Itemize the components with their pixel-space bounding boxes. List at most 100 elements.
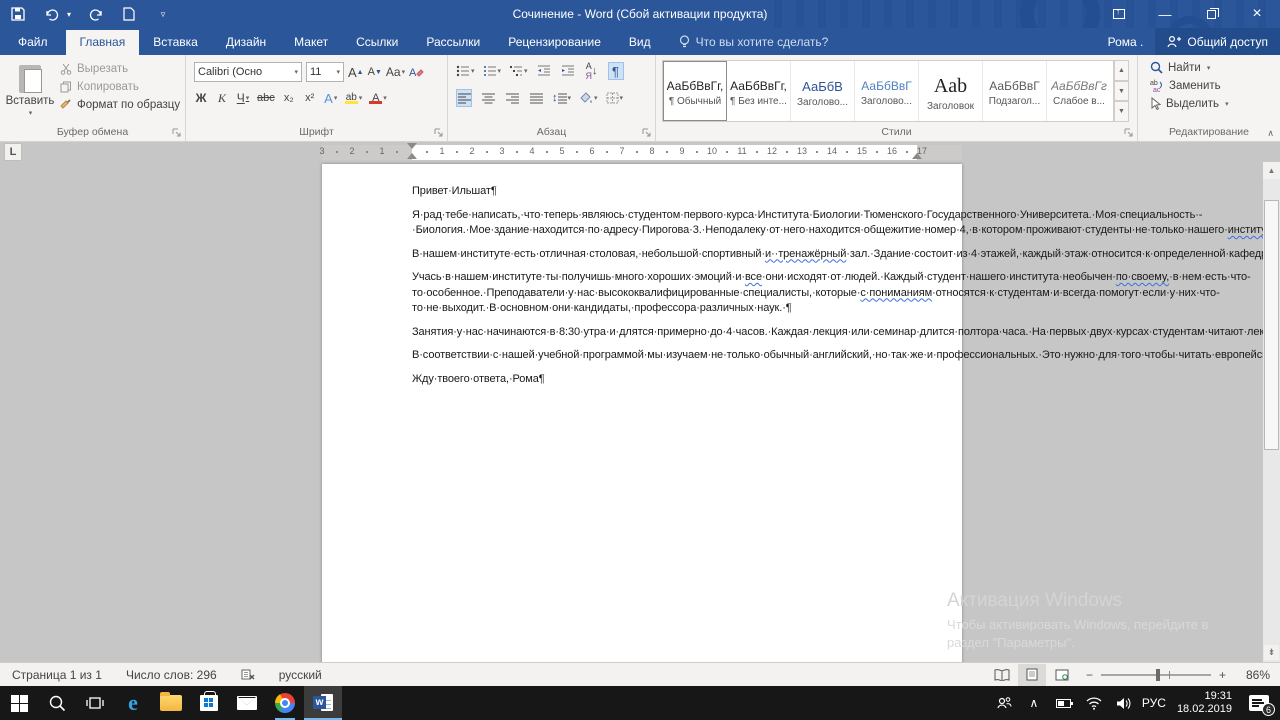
multilevel-list-button[interactable]: ▾ [509,62,528,80]
underline-button[interactable]: Ч▾ [236,89,250,107]
undo-dropdown-icon[interactable]: ▾ [67,10,71,19]
italic-button[interactable]: К [215,89,229,107]
paragraph[interactable]: В·нашем·институте·есть·отличная·столовая… [412,247,917,263]
tab-design[interactable]: Дизайн [212,30,280,55]
word-taskbar-icon[interactable]: w [304,686,342,720]
show-hidden-icons-chevron[interactable]: ∧ [1021,686,1047,720]
microsoft-store-icon[interactable] [190,686,228,720]
document-text[interactable]: Привет·Ильшат¶ Я·рад·тебе·написать,·что·т… [412,184,917,387]
chrome-icon[interactable] [266,686,304,720]
select-button[interactable]: Выделить▾ [1150,97,1229,110]
decrease-indent-button[interactable] [536,62,552,80]
print-layout-button[interactable] [1018,664,1046,686]
vertical-scrollbar[interactable]: ▲ ⇟ [1263,162,1280,662]
action-center-button[interactable]: 6 [1242,686,1276,720]
style-heading1[interactable]: АаБбВЗаголово... [791,61,855,121]
zoom-thumb[interactable] [1156,669,1160,681]
people-icon[interactable] [991,686,1017,720]
web-layout-button[interactable] [1048,664,1076,686]
copy-button[interactable]: Копировать [60,81,180,93]
paragraph-dialog-launcher-icon[interactable] [642,128,652,138]
zoom-track[interactable] [1101,674,1211,676]
language-indicator[interactable]: русский [267,668,334,682]
change-case-button[interactable]: Aa▾ [386,63,405,81]
search-button[interactable] [38,686,76,720]
style-subtle-emphasis[interactable]: АаБбВвГгСлабое в... [1047,61,1111,121]
task-view-button[interactable] [76,686,114,720]
bullets-button[interactable]: ▾ [456,62,475,80]
tab-mailings[interactable]: Рассылки [412,30,494,55]
align-right-button[interactable] [504,89,520,107]
subscript-button[interactable]: x₂ [282,89,296,107]
tab-layout[interactable]: Макет [280,30,342,55]
language-indicator[interactable]: РУС [1141,686,1167,720]
justify-button[interactable] [528,89,544,107]
grow-font-button[interactable]: A▲ [348,63,364,81]
customize-qat-icon[interactable]: ▿ [153,4,173,24]
mail-icon[interactable] [228,686,266,720]
paragraph[interactable]: Привет·Ильшат¶ [412,184,917,200]
strikethrough-button[interactable]: abc [257,89,275,107]
undo-icon[interactable] [42,4,62,24]
edge-icon[interactable]: e [114,686,152,720]
ribbon-display-options-button[interactable] [1096,0,1142,28]
styles-more-icon[interactable]: ▼ [1114,101,1129,122]
document-page[interactable]: Привет·Ильшат¶ Я·рад·тебе·написать,·что·т… [322,164,962,662]
document-icon[interactable] [119,4,139,24]
style-subtitle[interactable]: АаБбВвГПодзагол... [983,61,1047,121]
share-button[interactable]: Общий доступ [1155,28,1280,55]
shrink-font-button[interactable]: A▼ [368,63,382,81]
font-color-button[interactable]: А▾ [369,89,387,107]
scroll-up-icon[interactable]: ▲ [1263,162,1280,179]
volume-icon[interactable] [1111,686,1137,720]
tab-file[interactable]: Файл [0,30,66,55]
scrollbar-thumb[interactable] [1264,200,1279,450]
line-spacing-button[interactable]: ↕▾ [552,89,571,107]
shading-button[interactable]: ▾ [579,89,598,107]
show-formatting-marks-button[interactable]: ¶ [608,62,624,80]
style-title[interactable]: AabЗаголовок [919,61,983,121]
numbering-button[interactable]: ▾ [483,62,502,80]
tab-stop-selector[interactable]: L [4,143,22,161]
paragraph[interactable]: Учась·в·нашем·институте·ты·получишь·мног… [412,270,917,317]
paragraph[interactable]: В·соответствии·с·нашей·учебной·программо… [412,348,917,364]
increase-indent-button[interactable] [560,62,576,80]
align-left-button[interactable] [456,89,472,107]
tab-references[interactable]: Ссылки [342,30,412,55]
zoom-in-icon[interactable]: + [1219,668,1226,682]
collapse-ribbon-icon[interactable]: ∧ [1267,128,1274,139]
horizontal-ruler[interactable]: 3211234567891011121314151617 [322,145,962,160]
font-family-combo[interactable]: Calibri (Осно▾ [194,62,302,82]
borders-button[interactable]: ▾ [606,89,624,107]
tell-me-box[interactable]: Что вы хотите сделать? [679,35,829,55]
tab-insert[interactable]: Вставка [139,30,212,55]
bold-button[interactable]: Ж [194,89,208,107]
save-icon[interactable] [8,4,28,24]
user-name[interactable]: Рома . [1096,35,1156,49]
restore-button[interactable] [1188,0,1234,28]
font-dialog-launcher-icon[interactable] [434,128,444,138]
styles-scroll-up-icon[interactable]: ▲ [1114,60,1129,81]
word-count[interactable]: Число слов: 296 [114,668,229,682]
battery-icon[interactable] [1051,686,1077,720]
cut-button[interactable]: Вырезать [60,63,180,75]
text-effects-button[interactable]: A▾ [324,89,338,107]
zoom-out-icon[interactable]: − [1086,668,1093,682]
minimize-button[interactable]: — [1142,0,1188,28]
start-button[interactable] [0,686,38,720]
paste-dropdown-icon[interactable]: ▾ [29,109,33,117]
read-mode-button[interactable] [988,664,1016,686]
replace-button[interactable]: abac Заменить [1150,79,1229,92]
hanging-indent-marker[interactable] [407,153,417,159]
styles-scroll-down-icon[interactable]: ▼ [1114,81,1129,102]
find-button[interactable]: Найти▾ [1150,61,1229,74]
file-explorer-icon[interactable] [152,686,190,720]
proofing-errors-button[interactable] [229,668,267,681]
format-painter-button[interactable]: Формат по образцу [60,99,180,111]
paragraph[interactable]: Я·рад·тебе·написать,·что·теперь·являюсь·… [412,208,917,239]
highlight-button[interactable]: ab▾ [345,89,363,107]
zoom-slider[interactable]: − + [1086,668,1226,682]
tab-view[interactable]: Вид [615,30,665,55]
page-indicator[interactable]: Страница 1 из 1 [0,668,114,682]
align-center-button[interactable] [480,89,496,107]
